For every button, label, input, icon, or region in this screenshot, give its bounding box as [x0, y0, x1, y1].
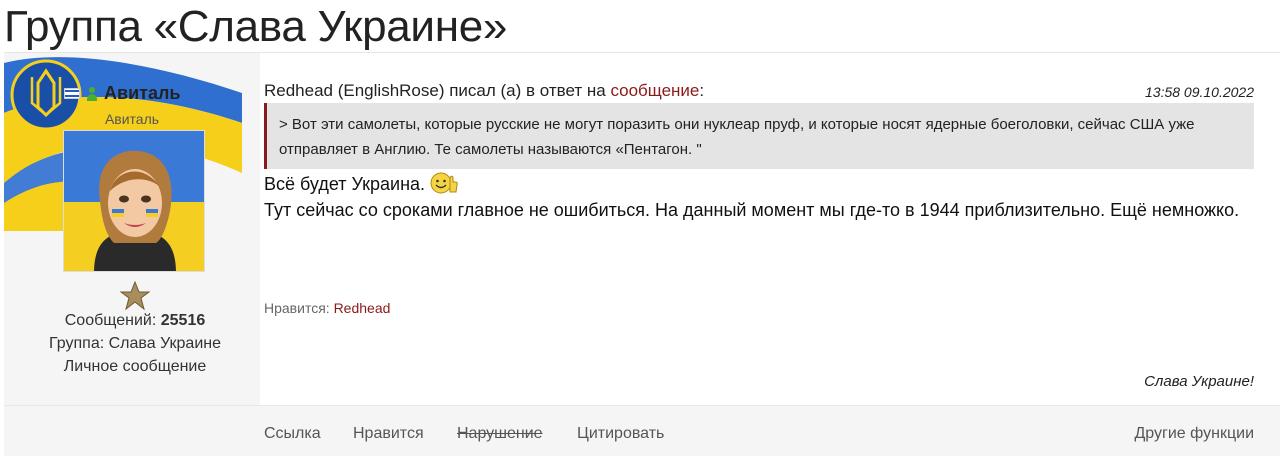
user-message-count: Сообщений: 25516	[4, 312, 266, 330]
messages-label: Сообщений:	[64, 312, 157, 329]
likes-row: Нравится: Redhead	[264, 300, 390, 316]
user-group: Группа: Слава Украине	[49, 335, 221, 352]
link-button[interactable]: Ссылка	[264, 425, 321, 443]
quote-button[interactable]: Цитировать	[577, 425, 664, 443]
reply-author-text: Redhead (EnglishRose) писал (а) в ответ …	[264, 81, 606, 100]
rank-star-icon	[120, 281, 150, 311]
page-title: Группа «Слава Украине»	[4, 2, 508, 51]
quote-block: > Вот эти самолеты, которые русские не м…	[264, 103, 1254, 169]
private-message-link[interactable]: Личное сообщение	[4, 358, 266, 376]
post-timestamp: 13:58 09.10.2022	[1145, 84, 1254, 100]
reply-colon: :	[699, 81, 705, 100]
reply-message-link[interactable]: сообщение	[610, 81, 699, 100]
more-functions-button[interactable]: Другие функции	[1134, 425, 1254, 443]
reply-header: Redhead (EnglishRose) писал (а) в ответ …	[264, 81, 704, 101]
person-icon	[86, 86, 98, 101]
user-panel: Авиталь Авиталь Сообщений: 25516 Группа:…	[4, 53, 260, 405]
report-button[interactable]: Нарушение	[457, 425, 543, 443]
user-signature: Слава Украине!	[1144, 373, 1254, 390]
message-body: Всё будет Украина. Тут сейчас со сроками…	[264, 171, 1254, 223]
likes-label: Нравится:	[264, 300, 330, 316]
message-line: Всё будет Украина.	[264, 174, 426, 194]
avatar-image	[64, 131, 204, 271]
israel-flag-icon	[64, 88, 80, 99]
like-button[interactable]: Нравится	[353, 425, 424, 443]
messages-count: 25516	[160, 312, 206, 329]
liked-by-user-link[interactable]: Redhead	[334, 300, 391, 316]
thumbs-up-smiley-icon	[430, 172, 458, 194]
post-actions-bar: Ссылка Нравится Нарушение Цитировать Дру…	[4, 405, 1280, 456]
forum-post: Авиталь Авиталь Сообщений: 25516 Группа:…	[4, 52, 1280, 456]
user-name[interactable]: Авиталь	[104, 83, 180, 104]
user-title: Авиталь	[104, 111, 160, 127]
message-line: Тут сейчас со сроками главное не ошибить…	[264, 200, 1240, 220]
avatar[interactable]	[63, 130, 205, 272]
